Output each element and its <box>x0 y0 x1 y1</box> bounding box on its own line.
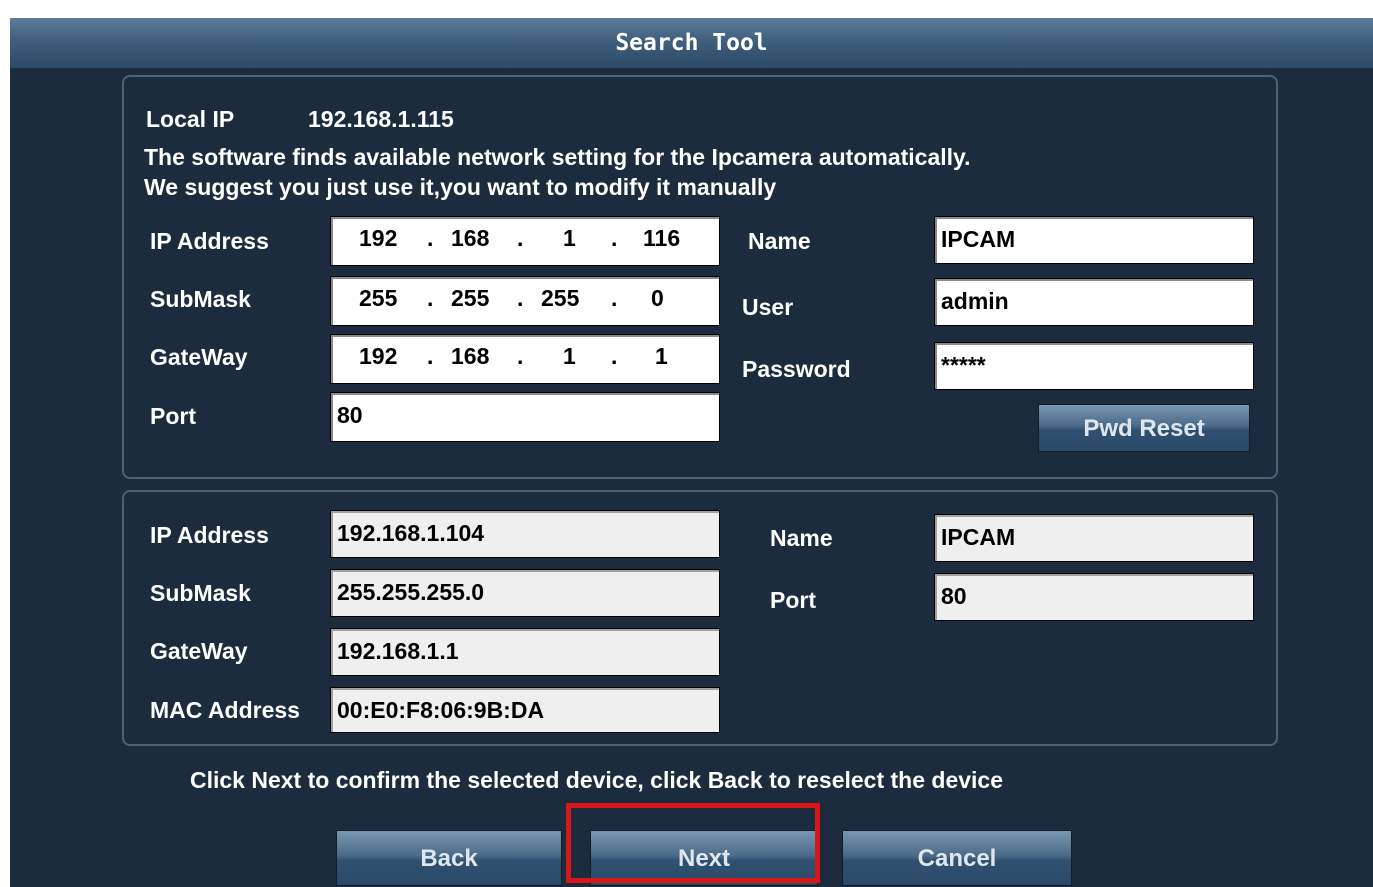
device-name-field: IPCAM <box>934 514 1254 562</box>
device-ip-field: 192.168.1.104 <box>330 510 720 558</box>
device-port-label: Port <box>770 587 816 613</box>
password-label: Password <box>742 356 851 382</box>
ip-address-input[interactable]: 192 . 168 . 1 . 116 <box>330 216 720 266</box>
ip-octet-3: 1 <box>563 225 576 251</box>
dot-separator: . <box>611 285 618 311</box>
name-label: Name <box>748 228 811 254</box>
ip-octet-2: 168 <box>451 225 490 251</box>
password-input[interactable]: ***** <box>934 342 1254 390</box>
dot-separator: . <box>517 225 524 251</box>
ip-octet-1: 192 <box>359 225 398 251</box>
pwd-reset-button[interactable]: Pwd Reset <box>1038 404 1250 452</box>
dot-separator: . <box>427 343 434 369</box>
dot-separator: . <box>517 343 524 369</box>
device-name-label: Name <box>770 525 833 551</box>
window-title: Search Tool <box>10 18 1373 68</box>
footer-hint: Click Next to confirm the selected devic… <box>190 767 1004 793</box>
dot-separator: . <box>611 225 618 251</box>
device-submask-label: SubMask <box>150 580 251 606</box>
dot-separator: . <box>517 285 524 311</box>
dot-separator: . <box>427 285 434 311</box>
gateway-octet-1: 192 <box>359 343 398 369</box>
submask-octet-3: 255 <box>541 285 580 311</box>
gateway-input[interactable]: 192 . 168 . 1 . 1 <box>330 334 720 384</box>
info-text-line1: The software finds available network set… <box>144 144 971 170</box>
submask-octet-1: 255 <box>359 285 398 311</box>
search-tool-window: Search Tool Local IP 192.168.1.115 The s… <box>10 18 1373 887</box>
name-input[interactable]: IPCAM <box>934 216 1254 264</box>
next-button-highlight <box>566 803 820 883</box>
device-ip-label: IP Address <box>150 522 269 548</box>
device-gateway-label: GateWay <box>150 638 248 664</box>
user-label: User <box>742 294 794 320</box>
port-input[interactable]: 80 <box>330 392 720 442</box>
device-gateway-field: 192.168.1.1 <box>330 628 720 676</box>
submask-input[interactable]: 255 . 255 . 255 . 0 <box>330 276 720 326</box>
gateway-octet-4: 1 <box>655 343 668 369</box>
ip-octet-4: 116 <box>643 225 681 251</box>
cancel-button[interactable]: Cancel <box>842 830 1072 886</box>
submask-octet-2: 255 <box>451 285 490 311</box>
device-mac-field: 00:E0:F8:06:9B:DA <box>330 687 720 733</box>
device-port-field: 80 <box>934 573 1254 621</box>
device-mac-label: MAC Address <box>150 697 300 723</box>
submask-octet-4: 0 <box>651 285 664 311</box>
dot-separator: . <box>611 343 618 369</box>
local-ip-label: Local IP <box>146 106 235 132</box>
gateway-octet-3: 1 <box>563 343 576 369</box>
port-label: Port <box>150 403 196 429</box>
info-text-line2: We suggest you just use it,you want to m… <box>144 174 777 200</box>
submask-label: SubMask <box>150 286 251 312</box>
gateway-label: GateWay <box>150 344 248 370</box>
user-input[interactable]: admin <box>934 278 1254 326</box>
gateway-octet-2: 168 <box>451 343 490 369</box>
local-ip-value: 192.168.1.115 <box>308 106 454 132</box>
dot-separator: . <box>427 225 434 251</box>
device-submask-field: 255.255.255.0 <box>330 569 720 617</box>
ip-address-label: IP Address <box>150 228 269 254</box>
back-button[interactable]: Back <box>336 830 562 886</box>
